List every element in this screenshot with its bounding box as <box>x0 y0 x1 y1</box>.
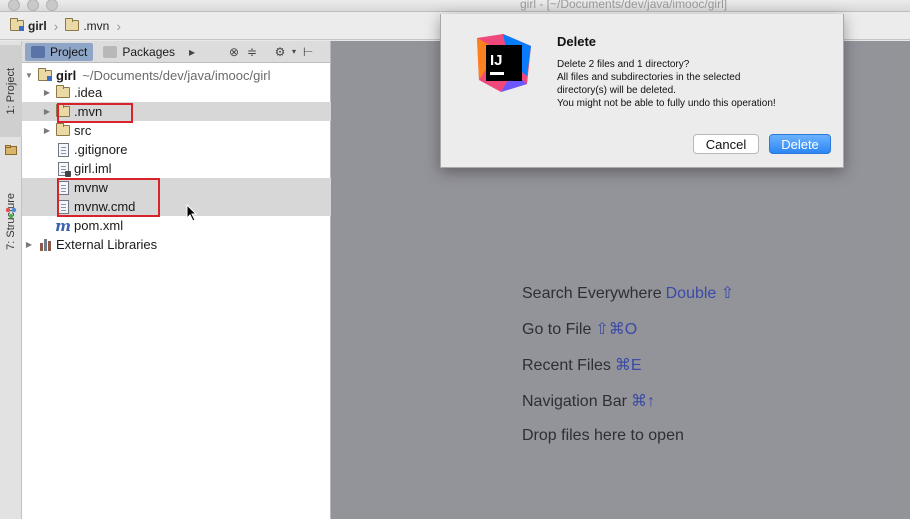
breadcrumb-root[interactable]: girl <box>10 18 47 33</box>
tree-item-label: girl.iml <box>74 161 112 176</box>
structure-tool-icon <box>5 207 17 219</box>
dialog-message-line: directory(s) will be deleted. <box>557 85 676 96</box>
chevron-right-icon: › <box>53 17 59 34</box>
tip-text: Recent Files <box>522 357 611 374</box>
tip-shortcut: Double ⇧ <box>665 285 735 302</box>
tree-item-gitignore[interactable]: .gitignore <box>52 140 331 159</box>
tip-recent-files: Recent Files ⌘E <box>522 355 642 375</box>
project-tool-tab-label: 1: Project <box>5 67 17 115</box>
tree-item-idea[interactable]: ▶ .idea <box>42 83 331 102</box>
packages-view-icon <box>103 45 118 58</box>
tip-search-everywhere: Search Everywhere Double ⇧ <box>522 283 734 303</box>
project-panel-toolbar: Project Packages ▸ ⊗ ≑ ⚙ ▾ ⊢ <box>22 41 330 63</box>
tip-go-to-file: Go to File ⇧⌘O <box>522 319 637 339</box>
window-title: girl - [~/Documents/dev/java/imooc/girl] <box>520 0 728 11</box>
dialog-title: Delete <box>557 34 597 49</box>
module-folder-icon <box>38 68 52 83</box>
project-panel: Project Packages ▸ ⊗ ≑ ⚙ ▾ ⊢ ▼ girl ~/Do… <box>22 41 331 519</box>
chevron-right-icon: › <box>116 17 122 34</box>
tree-item-src[interactable]: ▶ src <box>42 121 331 140</box>
collapsed-arrow-icon: ▶ <box>25 240 33 249</box>
library-icon <box>38 238 52 252</box>
scroll-from-source-icon[interactable]: ⊗ <box>227 45 241 59</box>
window-title-bar: girl - [~/Documents/dev/java/imooc/girl] <box>0 0 910 12</box>
tool-window-stripe: 1: Project 7: Structure <box>0 41 22 519</box>
dialog-message-line: Delete 2 files and 1 directory? <box>557 59 690 70</box>
delete-button[interactable]: Delete <box>769 134 831 154</box>
expanded-arrow-icon: ▼ <box>25 71 33 80</box>
more-views-icon[interactable]: ▸ <box>185 45 199 59</box>
folder-icon <box>65 18 80 31</box>
tip-drop-files: Drop files here to open <box>522 427 684 445</box>
project-tool-tab[interactable]: 1: Project <box>0 45 22 137</box>
tree-item-label: .idea <box>74 85 103 100</box>
tree-item-label: pom.xml <box>74 218 124 233</box>
gear-dropdown-icon[interactable]: ▾ <box>291 45 297 59</box>
project-view-icon <box>31 45 45 58</box>
tab-project-label: Project <box>50 44 88 59</box>
breadcrumb-label: girl <box>28 18 47 33</box>
collapsed-arrow-icon: ▶ <box>43 88 51 97</box>
tab-packages[interactable]: Packages <box>97 43 181 61</box>
tip-shortcut: ⌘↑ <box>630 393 655 410</box>
close-window-button[interactable] <box>8 0 20 11</box>
minimize-window-button[interactable] <box>27 0 39 11</box>
tab-project[interactable]: Project <box>25 42 94 61</box>
tree-item-label: External Libraries <box>56 237 158 252</box>
tip-text: Search Everywhere <box>522 285 662 302</box>
folder-icon <box>56 123 70 138</box>
structure-tool-tab[interactable]: 7: Structure <box>0 173 22 269</box>
gear-icon[interactable]: ⚙ <box>273 45 287 59</box>
collapse-all-icon[interactable]: ≑ <box>245 45 259 59</box>
mouse-cursor-icon <box>186 204 198 222</box>
zoom-window-button[interactable] <box>46 0 58 11</box>
tip-text: Drop files here to open <box>522 427 684 444</box>
highlight-box-mvnw <box>57 178 160 217</box>
collapsed-arrow-icon: ▶ <box>43 107 51 116</box>
iml-file-icon <box>56 161 71 177</box>
dialog-message-line: All files and subdirectories in the sele… <box>557 72 741 83</box>
tree-item-girl-iml[interactable]: girl.iml <box>52 159 331 178</box>
highlight-box-mvn <box>57 103 133 123</box>
dialog-message-line: You might not be able to fully undo this… <box>557 98 776 109</box>
breadcrumb-mvn[interactable]: .mvn <box>65 18 110 33</box>
tree-item-label: .gitignore <box>74 142 128 157</box>
tree-root-name: girl <box>56 68 77 83</box>
tip-shortcut: ⌘E <box>614 357 642 374</box>
project-folder-icon <box>10 18 24 31</box>
folder-icon <box>56 85 70 100</box>
breadcrumb-label: .mvn <box>83 18 110 33</box>
project-tool-icon <box>5 145 17 155</box>
svg-text:IJ: IJ <box>490 52 503 69</box>
tip-navigation-bar: Navigation Bar ⌘↑ <box>522 391 655 411</box>
intellij-idea-icon: IJ <box>477 34 531 92</box>
file-icon <box>56 142 70 157</box>
structure-tool-tab-label: 7: Structure <box>5 192 17 250</box>
tree-root-path: ~/Documents/dev/java/imooc/girl <box>82 68 271 83</box>
tip-text: Go to File <box>522 321 592 338</box>
collapsed-arrow-icon: ▶ <box>43 126 51 135</box>
maven-icon: m <box>55 216 71 235</box>
tip-text: Navigation Bar <box>522 393 627 410</box>
delete-dialog: IJ Delete Delete 2 files and 1 directory… <box>440 14 844 168</box>
cancel-button[interactable]: Cancel <box>693 134 759 154</box>
tree-item-label: src <box>74 123 92 138</box>
tree-item-external-libraries[interactable]: ▶ External Libraries <box>24 235 331 254</box>
tip-shortcut: ⇧⌘O <box>595 321 638 338</box>
tab-packages-label: Packages <box>122 44 176 59</box>
hide-panel-icon[interactable]: ⊢ <box>301 45 315 59</box>
